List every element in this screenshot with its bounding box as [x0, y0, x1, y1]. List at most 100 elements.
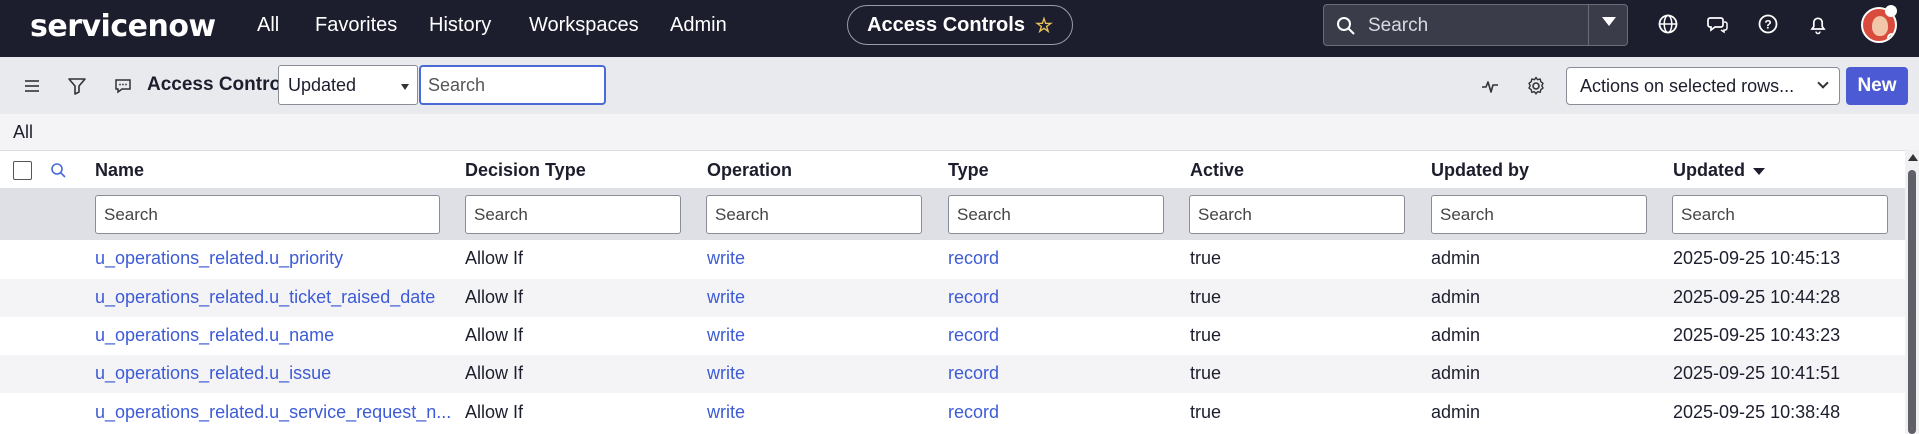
cell-name[interactable]: u_operations_related.u_ticket_raised_dat…: [95, 287, 435, 308]
table-row: u_operations_related.u_service_request_n…: [0, 394, 1905, 432]
breadcrumb-all[interactable]: All: [13, 122, 33, 143]
cell-active: true: [1190, 325, 1222, 345]
select-all-checkbox[interactable]: [13, 161, 32, 180]
globe-icon[interactable]: [1657, 13, 1679, 35]
svg-text:?: ?: [1764, 18, 1771, 32]
cell-operation[interactable]: write: [707, 287, 745, 308]
cell-active: true: [1190, 287, 1222, 307]
column-header-operation[interactable]: Operation: [707, 160, 792, 181]
vertical-scrollbar[interactable]: [1905, 150, 1919, 434]
sort-descending-icon: [1753, 167, 1765, 175]
cell-decision-type: Allow If: [465, 248, 524, 268]
filter-updated-by-input[interactable]: [1431, 195, 1647, 234]
column-header-type[interactable]: Type: [948, 160, 989, 181]
help-icon[interactable]: ?: [1757, 13, 1779, 35]
search-icon: [1337, 17, 1355, 35]
column-header-updated-by[interactable]: Updated by: [1431, 160, 1529, 181]
chat-icon[interactable]: [1707, 13, 1729, 35]
cell-operation[interactable]: write: [707, 325, 745, 346]
cell-operation[interactable]: write: [707, 363, 745, 384]
nav-history[interactable]: History: [429, 14, 491, 37]
cell-updated-by: admin: [1431, 287, 1481, 307]
cell-name[interactable]: u_operations_related.u_priority: [95, 248, 343, 269]
nav-favorites[interactable]: Favorites: [315, 14, 397, 37]
cell-active: true: [1190, 248, 1222, 268]
cell-name[interactable]: u_operations_related.u_issue: [95, 363, 331, 384]
gear-icon[interactable]: [1525, 75, 1547, 97]
table-header: Name Decision Type Operation Type Active…: [0, 150, 1905, 188]
cell-type[interactable]: record: [948, 363, 999, 384]
filter-updated-input[interactable]: [1672, 195, 1888, 234]
filter-operation-input[interactable]: [706, 195, 922, 234]
hamburger-menu-icon[interactable]: [21, 75, 43, 97]
table-row: u_operations_related.u_name Allow If wri…: [0, 317, 1905, 355]
filter-type-input[interactable]: [948, 195, 1164, 234]
activity-icon[interactable]: [1479, 75, 1501, 97]
chevron-down-icon: [1817, 77, 1829, 89]
cell-type[interactable]: record: [948, 287, 999, 308]
cell-updated: 2025-09-25 10:43:23: [1673, 325, 1841, 345]
global-search-placeholder: Search: [1368, 15, 1429, 36]
nav-all[interactable]: All: [257, 14, 279, 37]
filter-active-input[interactable]: [1189, 195, 1405, 234]
breadcrumb: All: [0, 114, 1919, 150]
table-row: u_operations_related.u_priority Allow If…: [0, 240, 1905, 278]
column-filter-row: [0, 188, 1905, 240]
cell-active: true: [1190, 402, 1222, 422]
cell-updated: 2025-09-25 10:45:13: [1673, 248, 1841, 268]
search-field-select-value: Updated: [288, 75, 357, 95]
cell-decision-type: Allow If: [465, 363, 524, 383]
column-header-updated[interactable]: Updated: [1673, 160, 1765, 181]
filter-decision-type-input[interactable]: [465, 195, 681, 234]
scrollbar-thumb[interactable]: [1908, 170, 1916, 434]
global-search[interactable]: Search: [1323, 4, 1628, 46]
cell-updated: 2025-09-25 10:38:48: [1673, 402, 1841, 422]
cell-decision-type: Allow If: [465, 325, 524, 345]
column-header-updated-label: Updated: [1673, 160, 1745, 180]
column-header-decision-type[interactable]: Decision Type: [465, 160, 586, 181]
servicenow-logo[interactable]: servicenow: [30, 9, 216, 44]
page-title-pill[interactable]: Access Controls ☆: [847, 5, 1073, 45]
avatar-badge-icon: [1885, 5, 1897, 17]
column-search-icon[interactable]: [50, 162, 67, 179]
select-caret-icon: [401, 84, 409, 90]
scroll-up-arrow-icon[interactable]: [1908, 154, 1918, 161]
column-header-name[interactable]: Name: [95, 160, 144, 181]
list-search-input[interactable]: [419, 65, 606, 105]
table-row: u_operations_related.u_issue Allow If wr…: [0, 355, 1905, 393]
search-scope-dropdown-icon[interactable]: [1602, 17, 1616, 26]
list-title: Access Controls: [147, 74, 297, 95]
cell-updated-by: admin: [1431, 363, 1481, 383]
new-button[interactable]: New: [1846, 67, 1908, 105]
cell-updated: 2025-09-25 10:41:51: [1673, 363, 1841, 383]
cell-type[interactable]: record: [948, 325, 999, 346]
cell-name[interactable]: u_operations_related.u_service_request_n…: [95, 402, 451, 423]
cell-operation[interactable]: write: [707, 402, 745, 423]
nav-workspaces[interactable]: Workspaces: [529, 14, 639, 37]
actions-on-selected-rows-select[interactable]: Actions on selected rows...: [1566, 67, 1840, 105]
bell-icon[interactable]: [1807, 13, 1829, 35]
comment-icon[interactable]: [112, 75, 134, 97]
cell-name[interactable]: u_operations_related.u_name: [95, 325, 334, 346]
cell-decision-type: Allow If: [465, 287, 524, 307]
filter-name-input[interactable]: [95, 195, 440, 234]
page-title: Access Controls: [867, 13, 1025, 36]
avatar-face: [1872, 16, 1888, 36]
nav-admin[interactable]: Admin: [670, 14, 727, 37]
search-field-select[interactable]: Updated: [278, 65, 418, 105]
table-row: u_operations_related.u_ticket_raised_dat…: [0, 279, 1905, 317]
search-divider: [1588, 5, 1589, 45]
cell-updated-by: admin: [1431, 325, 1481, 345]
top-navigation-bar: servicenow All Favorites History Workspa…: [0, 0, 1919, 57]
cell-type[interactable]: record: [948, 248, 999, 269]
cell-type[interactable]: record: [948, 402, 999, 423]
cell-updated-by: admin: [1431, 248, 1481, 268]
column-header-active[interactable]: Active: [1190, 160, 1244, 181]
cell-decision-type: Allow If: [465, 402, 524, 422]
actions-select-value: Actions on selected rows...: [1580, 76, 1795, 96]
list-toolbar: Access Controls Updated Actions on selec…: [0, 57, 1919, 114]
cell-operation[interactable]: write: [707, 248, 745, 269]
star-icon[interactable]: ☆: [1035, 13, 1053, 38]
filter-icon[interactable]: [66, 75, 88, 97]
cell-updated: 2025-09-25 10:44:28: [1673, 287, 1841, 307]
